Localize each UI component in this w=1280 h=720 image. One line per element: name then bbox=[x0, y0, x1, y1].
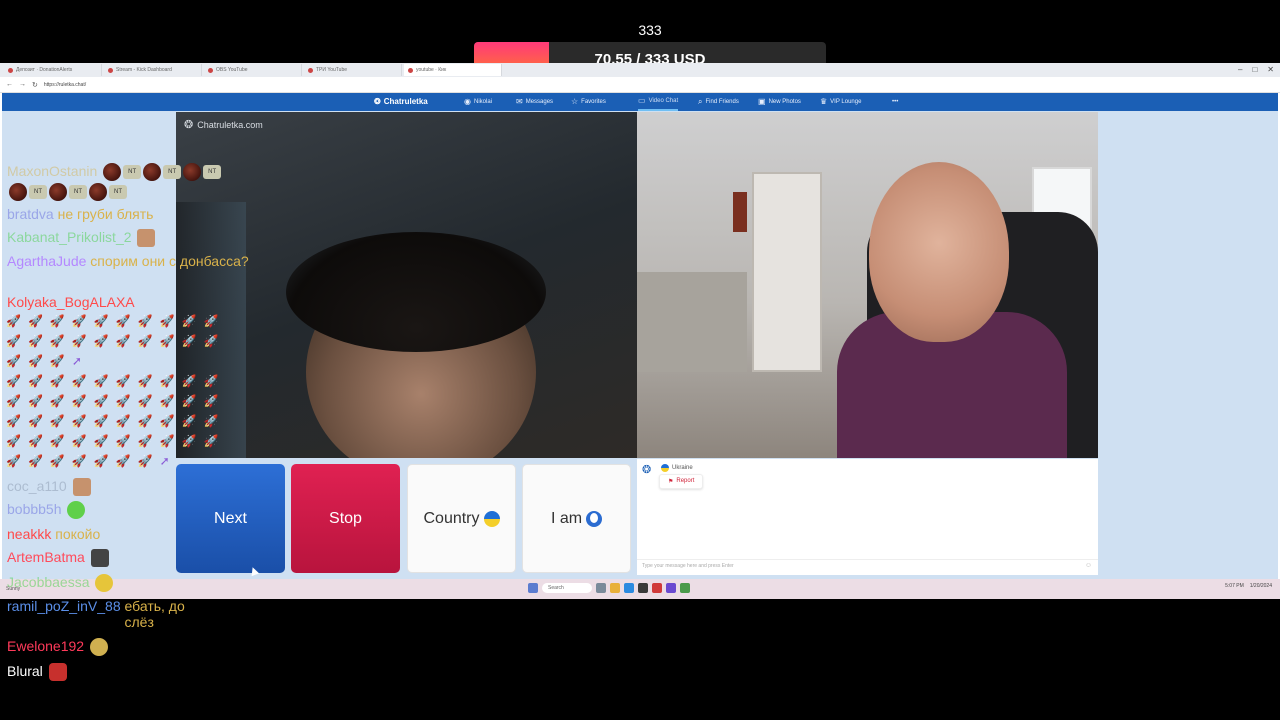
site-watermark: ❂ Chatruletka.com bbox=[184, 119, 263, 131]
country-button[interactable]: Country bbox=[407, 464, 516, 573]
goal-max-label: 333 bbox=[808, 82, 827, 94]
taskbar-search[interactable]: Search bbox=[542, 583, 592, 593]
clock-date[interactable]: 1/20/2024 bbox=[1250, 583, 1272, 589]
chat-message: Blural bbox=[7, 662, 67, 682]
chat-message-input[interactable]: Type your message here and press Enter ☺ bbox=[637, 559, 1098, 571]
address-bar: ← → ↻ https://ruletka.chat/ bbox=[0, 77, 1280, 93]
star-icon: ☆ bbox=[571, 97, 579, 106]
tab-favicon-icon bbox=[308, 67, 313, 73]
nav-new-photos[interactable]: ▣ New Photos bbox=[758, 93, 801, 111]
stranger-hair bbox=[286, 232, 546, 352]
chatruletka-logo-icon: ❂ bbox=[374, 97, 381, 106]
nav-favorites[interactable]: ☆ Favorites bbox=[571, 93, 606, 111]
ukraine-flag-icon bbox=[661, 464, 669, 472]
clock-time[interactable]: 5:07 PM bbox=[1225, 583, 1244, 589]
tab-favicon-icon bbox=[208, 67, 213, 73]
message-icon: ✉ bbox=[516, 97, 523, 106]
partner-country: Ukraine bbox=[661, 464, 693, 472]
gender-avatar-icon bbox=[586, 510, 603, 527]
more-icon: ••• bbox=[892, 99, 899, 105]
report-button[interactable]: ⚑ Report bbox=[659, 474, 704, 489]
windows-taskbar: Sunny Search 5:07 PM 1/20/2024 bbox=[0, 579, 1280, 599]
start-icon[interactable] bbox=[528, 583, 538, 593]
url-field[interactable]: https://ruletka.chat/ bbox=[44, 82, 86, 88]
chrome-icon[interactable] bbox=[652, 583, 662, 593]
file-explorer-icon[interactable] bbox=[610, 583, 620, 593]
background-person bbox=[176, 202, 246, 458]
back-icon[interactable]: ← bbox=[6, 81, 13, 88]
chat-message: ramil_poZ_inV_88 ебать, до слёз bbox=[7, 598, 205, 630]
door bbox=[752, 172, 822, 372]
nav-find-friends[interactable]: ⌕ Find Friends bbox=[698, 93, 739, 111]
taskbar-center: Search bbox=[528, 583, 690, 593]
stranger-video: ❂ Chatruletka.com bbox=[176, 112, 637, 458]
avatar-icon: ◉ bbox=[464, 97, 471, 106]
tab-favicon-icon bbox=[408, 67, 413, 73]
i-am-button[interactable]: I am bbox=[522, 464, 631, 573]
kitchen-counter bbox=[637, 272, 747, 372]
chat-username: Blural bbox=[7, 663, 43, 679]
browser-tab[interactable]: Депозит · DonationAlerts bbox=[4, 64, 102, 76]
nav-vip-lounge[interactable]: ♛ VIP Lounge bbox=[820, 93, 861, 111]
nav-messages[interactable]: ✉ Messages bbox=[516, 93, 553, 111]
weather-widget[interactable]: Sunny bbox=[6, 586, 20, 592]
goal-count: 333 bbox=[638, 22, 662, 38]
forward-icon[interactable]: → bbox=[19, 81, 26, 88]
close-icon[interactable]: ✕ bbox=[1267, 65, 1274, 74]
chat-message: Ewelone192 bbox=[7, 637, 108, 657]
browser-tab[interactable]: ТРИ YouTube bbox=[304, 64, 402, 76]
chat-panel: ❂ Ukraine ⚑ Report Type your message here… bbox=[637, 459, 1098, 575]
app-icon[interactable] bbox=[680, 583, 690, 593]
wall-painting bbox=[733, 192, 747, 232]
brand-logo[interactable]: ❂ Chatruletka bbox=[374, 93, 428, 111]
obs-icon[interactable] bbox=[638, 583, 648, 593]
self-video bbox=[637, 112, 1098, 458]
discord-icon[interactable] bbox=[666, 583, 676, 593]
tab-favicon-icon bbox=[8, 67, 13, 73]
winged-emote-icon bbox=[89, 638, 108, 657]
edge-icon[interactable] bbox=[624, 583, 634, 593]
minimize-icon[interactable]: – bbox=[1238, 65, 1242, 74]
next-button[interactable]: Next bbox=[176, 464, 285, 573]
browser-tab-active[interactable]: youtube · Кик bbox=[404, 64, 502, 76]
site-header: ❂ Chatruletka ◉ Nikolai ✉ Messages ☆ Favorit… bbox=[2, 93, 1278, 111]
maximize-icon[interactable]: □ bbox=[1252, 65, 1257, 74]
task-view-icon[interactable] bbox=[596, 583, 606, 593]
photo-icon: ▣ bbox=[758, 97, 766, 106]
chat-username: Ewelone192 bbox=[7, 638, 85, 654]
reload-icon[interactable]: ↻ bbox=[32, 81, 38, 89]
search-icon: ⌕ bbox=[698, 97, 703, 106]
chatruletka-logo-icon: ❂ bbox=[642, 464, 652, 476]
system-tray: 5:07 PM 1/20/2024 bbox=[1225, 583, 1272, 589]
emoji-icon[interactable]: ☺ bbox=[1085, 560, 1092, 572]
nav-profile[interactable]: ◉ Nikolai bbox=[464, 93, 492, 111]
flag-icon: ⚑ bbox=[668, 479, 674, 485]
nav-video-chat[interactable]: ▭ Video Chat bbox=[638, 93, 679, 111]
window-controls: – □ ✕ bbox=[1238, 65, 1274, 74]
stop-button[interactable]: Stop bbox=[291, 464, 400, 573]
goal-min-label: 0 bbox=[475, 82, 482, 94]
chat-username: ramil_poZ_inV_88 bbox=[7, 598, 121, 614]
tab-favicon-icon bbox=[108, 67, 113, 73]
ukraine-flag-icon bbox=[483, 510, 500, 527]
browser-window: Депозит · DonationAlerts Stream - Kick D… bbox=[0, 63, 1280, 599]
tab-strip: Депозит · DonationAlerts Stream - Kick D… bbox=[0, 63, 1280, 77]
browser-tab[interactable]: Stream - Kick Dashboard bbox=[104, 64, 202, 76]
chatruletka-logo-icon: ❂ bbox=[184, 119, 194, 131]
browser-tab[interactable]: OBS YouTube bbox=[204, 64, 302, 76]
streamer-face bbox=[869, 162, 1009, 342]
nav-more[interactable]: ••• bbox=[892, 93, 898, 111]
chat-message-text: ебать, до слёз bbox=[124, 598, 185, 630]
video-icon: ▭ bbox=[638, 96, 646, 105]
devil-emote-icon bbox=[48, 663, 67, 682]
crown-icon: ♛ bbox=[820, 97, 828, 106]
